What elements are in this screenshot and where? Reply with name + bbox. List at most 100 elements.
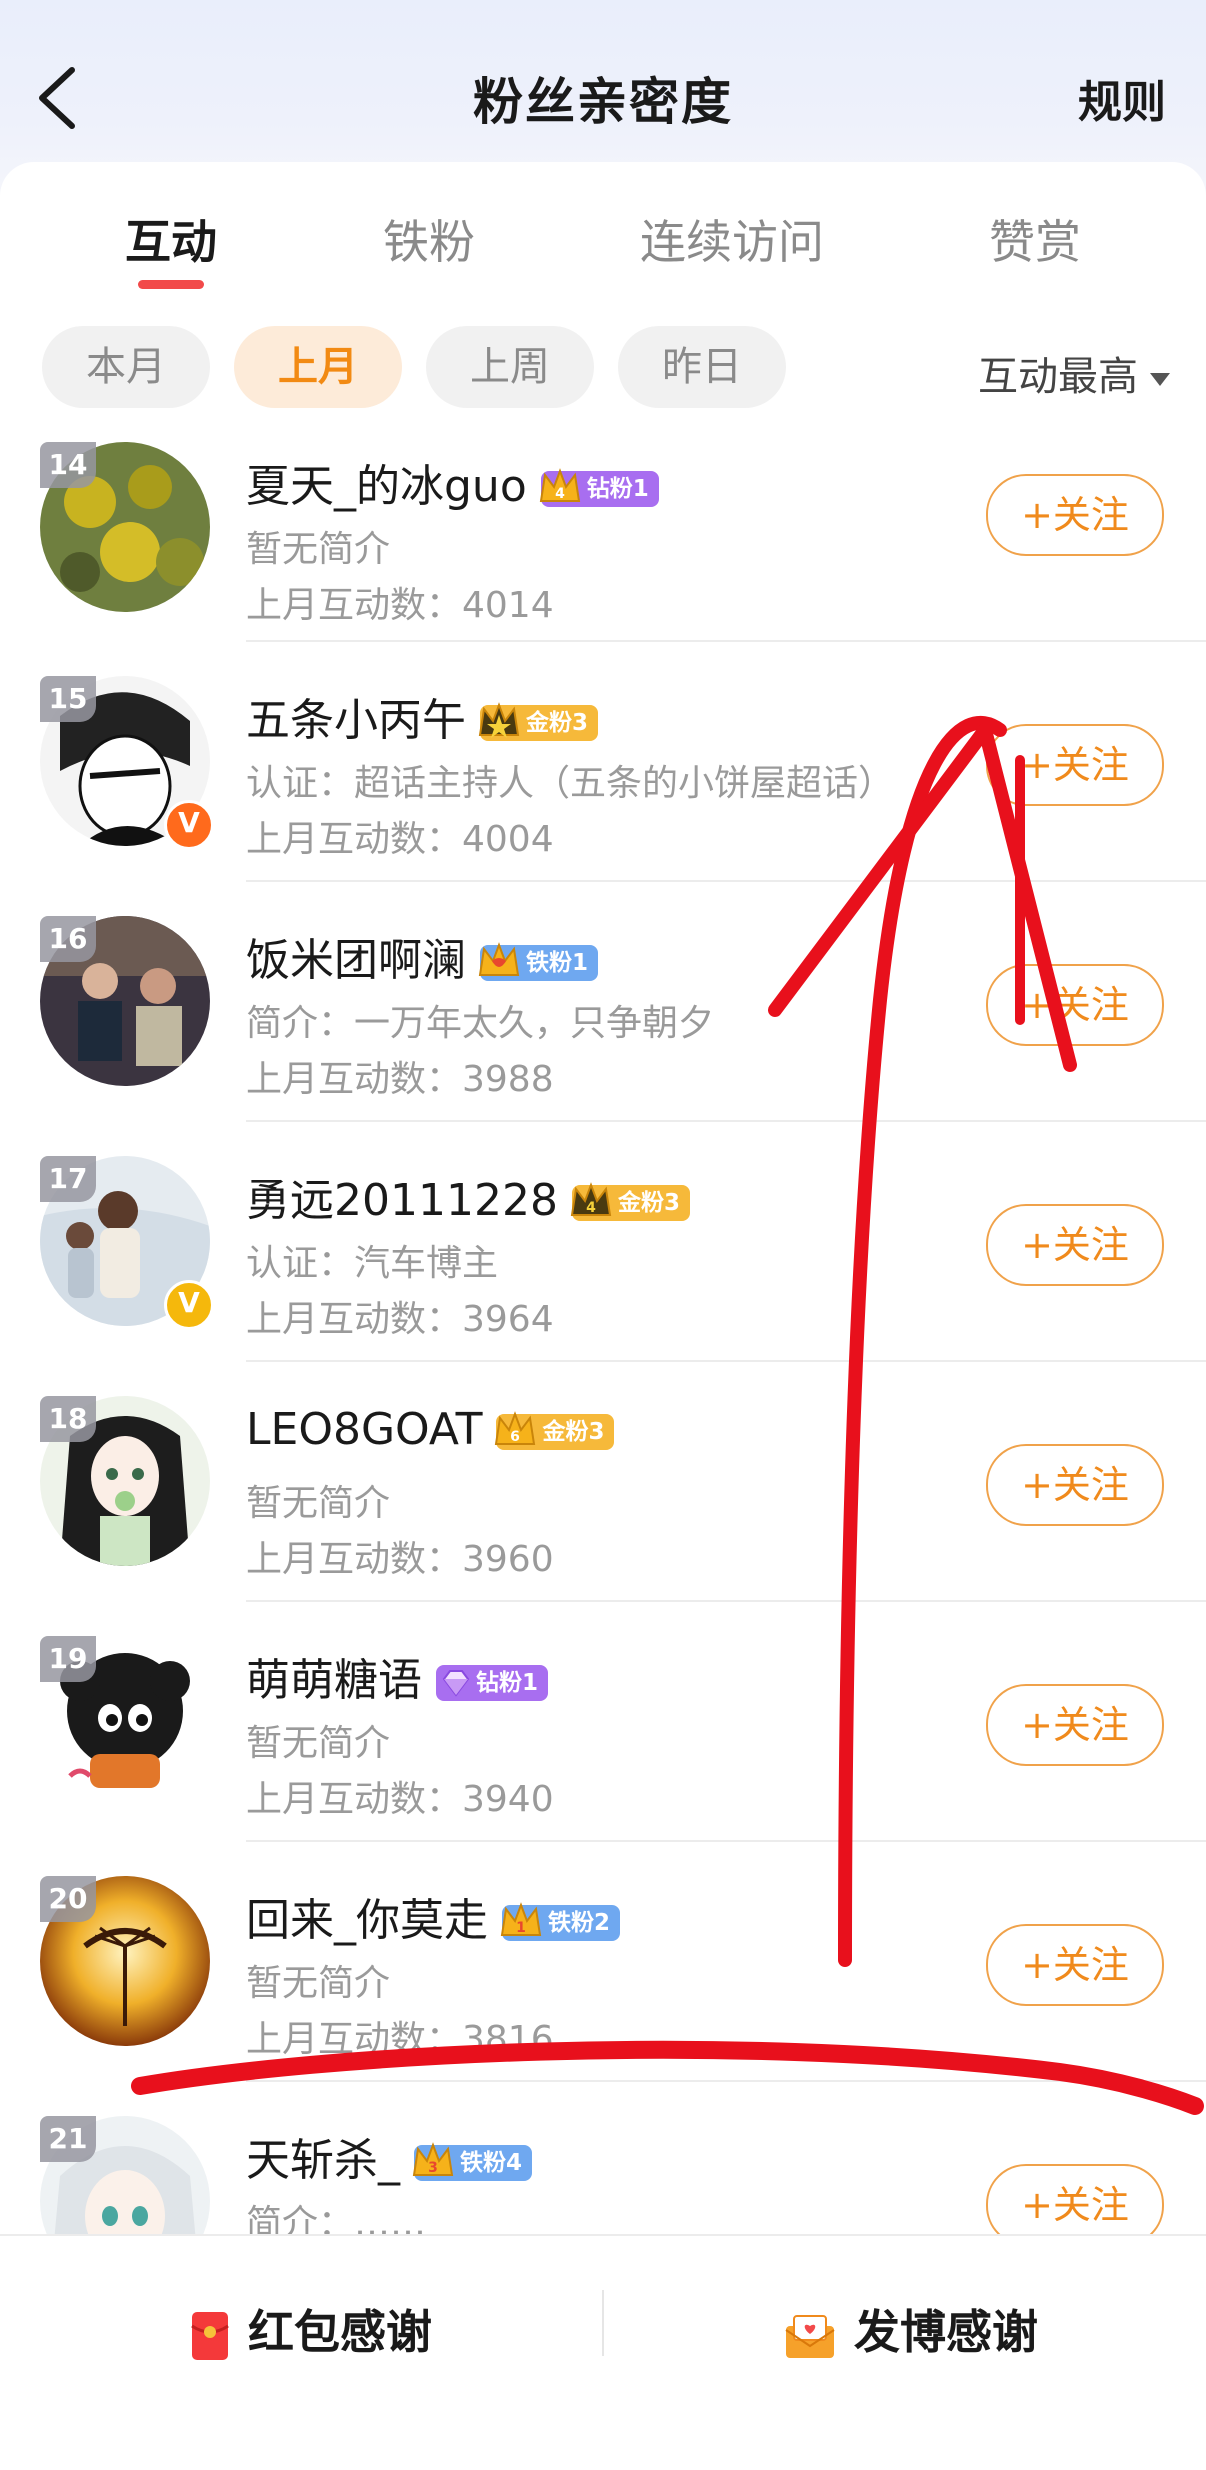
interaction-count: 上月互动数：4014 xyxy=(246,585,554,626)
rank-badge: 19 xyxy=(40,1636,96,1682)
fan-name: 天斩杀_ xyxy=(246,2135,400,2186)
badge-level-number: 1 xyxy=(516,1920,526,1936)
fan-bio: 认证：汽车博主 xyxy=(246,1243,499,1284)
fan-bio: 暂无简介 xyxy=(246,529,391,570)
crown-icon: 1 xyxy=(500,1902,542,1936)
red-envelope-icon xyxy=(191,2311,229,2360)
divider xyxy=(246,2080,1206,2082)
fan-row[interactable]: 19 萌萌糖语 钻粉1 暂无简介 上月互动数：3940 +关注 xyxy=(0,1600,1206,1840)
fan-name-line: 五条小丙午 金粉3 xyxy=(246,684,599,748)
verified-badge: V xyxy=(164,800,214,850)
fan-level-badge: 4 金粉3 xyxy=(570,1182,690,1221)
follow-button[interactable]: +关注 xyxy=(986,1204,1164,1286)
red-packet-thanks-button[interactable]: 红包感谢 xyxy=(190,2296,432,2362)
fan-row[interactable]: 14 夏天_的冰guo 4 钻粉1 暂无简介 上月互动数：4014 +关注 xyxy=(0,424,1206,664)
fan-row[interactable]: 17 V 勇远20111228 4 金粉3 认证：汽车博主 上月互动数：3964… xyxy=(0,1120,1206,1360)
badge-label: 铁粉4 xyxy=(460,2150,523,2176)
sort-label: 互动最高 xyxy=(978,354,1138,400)
fan-row[interactable]: 20 回来_你莫走 1 铁粉2 暂无简介 上月互动数：3816 +关注 xyxy=(0,1840,1206,2080)
tab-interaction[interactable]: 互动 xyxy=(125,206,217,272)
fan-name-line: 天斩杀_ 3 铁粉4 xyxy=(246,2124,533,2188)
badge-label: 金粉3 xyxy=(526,710,589,736)
fan-name-line: 萌萌糖语 钻粉1 xyxy=(246,1644,549,1708)
fan-row[interactable]: 21 天斩杀_ 3 铁粉4 简介：…… +关注 xyxy=(0,2080,1206,2234)
follow-button[interactable]: +关注 xyxy=(986,474,1164,556)
fan-name: 回来_你莫走 xyxy=(246,1895,488,1946)
divider xyxy=(246,1600,1206,1602)
follow-button[interactable]: +关注 xyxy=(986,1684,1164,1766)
badge-label: 金粉3 xyxy=(542,1419,605,1445)
badge-label: 铁粉1 xyxy=(526,950,589,976)
page-title: 粉丝亲密度 xyxy=(473,73,733,131)
interaction-count: 上月互动数：3940 xyxy=(246,1779,554,1820)
fan-name-line: 夏天_的冰guo 4 钻粉1 xyxy=(246,450,659,514)
post-thanks-label: 发博感谢 xyxy=(854,2305,1038,2359)
caret-down-icon xyxy=(1150,372,1170,386)
fan-level-badge: 金粉3 xyxy=(478,702,599,741)
crown-icon: 4 xyxy=(539,468,580,502)
active-tab-indicator xyxy=(138,280,204,289)
tab-consecutive-visits[interactable]: 连续访问 xyxy=(640,206,824,272)
fan-row[interactable]: 16 饭米团啊澜 铁粉1 简介：一万年太久，只争朝夕 上月互动数：3988 +关… xyxy=(0,880,1206,1120)
interaction-count: 上月互动数：3988 xyxy=(246,1059,554,1100)
rank-badge: 15 xyxy=(40,676,96,722)
fan-name: LEO8GOAT xyxy=(246,1404,483,1455)
fan-bio: 简介：一万年太久，只争朝夕 xyxy=(246,1003,715,1044)
tab-iron-fans[interactable]: 铁粉 xyxy=(383,206,475,272)
divider xyxy=(246,1840,1206,1842)
fan-name-line: 饭米团啊澜 铁粉1 xyxy=(246,924,599,988)
fan-bio: 认证：超话主持人（五条的小饼屋超话） xyxy=(246,763,895,804)
badge-label: 铁粉2 xyxy=(548,1910,611,1936)
fan-bio: 暂无简介 xyxy=(246,1723,391,1764)
follow-button[interactable]: +关注 xyxy=(986,964,1164,1046)
rank-badge: 16 xyxy=(40,916,96,962)
fan-row[interactable]: 18 LEO8GOAT 6 金粉3 暂无简介 上月互动数：3960 +关注 xyxy=(0,1360,1206,1600)
fan-name-line: LEO8GOAT 6 金粉3 xyxy=(246,1404,615,1455)
badge-level-number: 3 xyxy=(428,2160,438,2176)
fan-level-badge: 4 钻粉1 xyxy=(539,468,659,507)
fan-name: 夏天_的冰guo xyxy=(246,461,527,512)
rank-badge: 18 xyxy=(40,1396,96,1442)
rank-badge: 21 xyxy=(40,2116,96,2162)
crown-icon: 6 xyxy=(495,1411,536,1445)
badge-label: 钻粉1 xyxy=(586,476,649,502)
post-thanks-button[interactable]: 发博感谢 xyxy=(784,2296,1038,2362)
fan-bio: 简介：…… xyxy=(246,2203,427,2234)
fan-level-badge: 铁粉1 xyxy=(478,942,599,981)
follow-button[interactable]: +关注 xyxy=(986,2164,1164,2234)
follow-button[interactable]: +关注 xyxy=(986,724,1164,806)
badge-level-number: 4 xyxy=(586,1200,596,1216)
filter-this-month[interactable]: 本月 xyxy=(42,326,210,408)
fan-level-badge: 钻粉1 xyxy=(436,1665,549,1701)
fan-level-badge: 3 铁粉4 xyxy=(412,2142,533,2181)
fan-bio: 暂无简介 xyxy=(246,1963,391,2004)
divider xyxy=(246,880,1206,882)
filter-last-week[interactable]: 上周 xyxy=(426,326,594,408)
crown-icon xyxy=(478,942,520,976)
divider xyxy=(246,640,1206,642)
interaction-count: 上月互动数：3960 xyxy=(246,1539,554,1580)
sort-dropdown[interactable]: 互动最高 xyxy=(978,344,1170,402)
fan-name-line: 勇远20111228 4 金粉3 xyxy=(246,1164,690,1228)
divider xyxy=(246,1360,1206,1362)
tab-tips[interactable]: 赞赏 xyxy=(989,206,1081,272)
tab-bar: 互动 铁粉 连续访问 赞赏 xyxy=(0,200,1206,300)
crown-icon: 4 xyxy=(570,1182,612,1216)
filter-last-month[interactable]: 上月 xyxy=(234,326,402,408)
divider xyxy=(246,1120,1206,1122)
fan-level-badge: 1 铁粉2 xyxy=(500,1902,621,1941)
fan-bio: 暂无简介 xyxy=(246,1483,391,1524)
crown-icon: 3 xyxy=(412,2142,454,2176)
badge-label: 金粉3 xyxy=(617,1190,680,1216)
badge-level-number: 6 xyxy=(511,1429,521,1445)
follow-button[interactable]: +关注 xyxy=(986,1924,1164,2006)
follow-button[interactable]: +关注 xyxy=(986,1444,1164,1526)
interaction-count: 上月互动数：3816 xyxy=(246,2019,554,2060)
fan-row[interactable]: 15 V 五条小丙午 金粉3 认证：超话主持人（五条的小饼屋超话） 上月互动数：… xyxy=(0,640,1206,880)
badge-label: 钻粉1 xyxy=(476,1670,539,1696)
fan-name: 萌萌糖语 xyxy=(246,1655,422,1706)
filter-yesterday[interactable]: 昨日 xyxy=(618,326,786,408)
rules-link[interactable]: 规则 xyxy=(1078,66,1166,130)
red-packet-label: 红包感谢 xyxy=(248,2305,432,2359)
fan-name: 饭米团啊澜 xyxy=(246,935,466,986)
